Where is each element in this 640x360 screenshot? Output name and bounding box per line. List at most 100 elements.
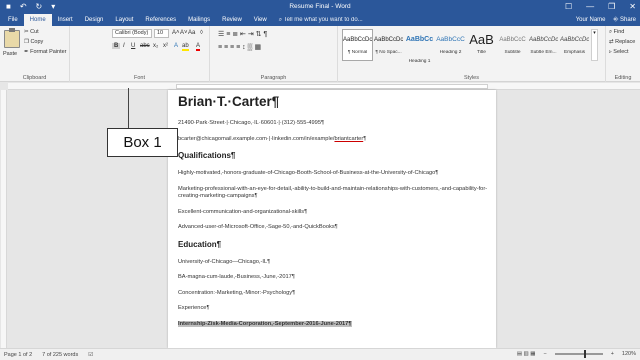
status-left: Page 1 of 2 7 of 225 words ☑ [4,352,93,358]
subscript-button[interactable]: x₂ [153,43,158,49]
style-name: ¶ No Spac... [375,50,402,55]
education-item: University-of-Chicago—Chicago,-IL¶ [178,258,271,265]
vertical-ruler[interactable] [1,90,7,348]
italic-button[interactable]: I [123,43,125,49]
highlight-button[interactable]: ab [182,43,189,51]
resume-name: Brian·T.·Carter¶ [178,94,280,109]
style-preview: AaBbCcDc [560,37,589,43]
style-normal[interactable]: AaBbCcDc ¶ Normal [342,29,373,61]
paragraph-row-2[interactable]: ≡ ≡ ≡ ≡ ↕ ▒ ▦ [218,43,261,51]
format-painter-button[interactable]: ✒ Format Painter [24,49,67,55]
editing-group: ⌕ Find ⇄ Replace ▹ Select Editing [606,26,640,82]
style-name: Subtle Em... [530,50,557,55]
tab-design[interactable]: Design [79,14,110,26]
zoom-out-button[interactable]: − [543,351,546,357]
education-heading: Education¶ [178,239,222,249]
clipboard-label: Clipboard [22,75,47,81]
document-page[interactable]: Brian·T.·Carter¶ 21490·Park·Street·|·Chi… [168,90,496,348]
minimize-button[interactable]: — [586,2,594,11]
grow-font-button[interactable]: A˄ [172,30,180,36]
qualification-item: Marketing-professional-with-an-eye-for-d… [178,185,488,200]
styles-more-button[interactable]: ▾ [591,29,598,61]
style-preview: AaBbCcC [499,37,526,43]
superscript-button[interactable]: x² [163,43,168,49]
font-group: Calibri (Body) 10 A˄ A˅ Aa ◊ B I U abc x… [70,26,210,82]
view-mode-icons[interactable]: ▤ ▥ ▦ [517,351,536,357]
zoom-slider[interactable] [554,350,603,358]
style-preview: AaBbCcDc [343,37,372,43]
status-right: ▤ ▥ ▦ − + 120% [517,350,636,358]
account-area: Your Name ⎆ Share [576,14,636,26]
font-name-select[interactable]: Calibri (Body) [112,29,152,38]
shrink-font-button[interactable]: A˅ [180,30,188,36]
tab-layout[interactable]: Layout [109,14,139,26]
document-body[interactable]: Brian·T.·Carter¶ 21490·Park·Street·|·Chi… [178,94,496,336]
change-case-button[interactable]: Aa [188,30,195,36]
education-item: BA-magna-cum-laude,-Business,-June,-2017… [178,274,295,280]
ribbon-tabs-bar: File Home Insert Design Layout Reference… [0,14,640,26]
ruler-text-area [176,84,488,89]
qualification-item: Excellent-communication-and-organization… [178,208,308,215]
zoom-in-button[interactable]: + [611,351,614,357]
text-effects-button[interactable]: A [174,43,178,49]
style-preview: AaBbCcC [436,36,465,43]
proofing-icon[interactable]: ☑ [88,352,93,358]
contact-line: bcarter@chicagomail.example.com·|·linked… [178,136,496,144]
zoom-level[interactable]: 120% [622,351,636,357]
style-name: ¶ Normal [347,50,368,55]
find-button[interactable]: ⌕ Find [609,29,624,36]
tell-me-search[interactable]: ⌕ Tell me what you want to do... [273,14,369,26]
restore-button[interactable]: ❐ [608,2,615,11]
selected-internship-text[interactable]: Internship-Zisk-Media-Corporation,-Septe… [178,320,352,327]
styles-label: Styles [464,75,479,81]
tab-insert[interactable]: Insert [52,14,79,26]
style-subtitle[interactable]: AaBbCcC Subtitle [497,29,528,61]
title-bar: ■ ↶ ↻ ▾ Resume Final - Word ☐ — ❐ ✕ [0,0,640,14]
tab-view[interactable]: View [248,14,273,26]
tab-file[interactable]: File [2,14,24,26]
strikethrough-button[interactable]: abc [140,43,150,49]
style-emphasis[interactable]: AaBbCcDc Emphasis [559,29,590,61]
style-subtle-emphasis[interactable]: AaBbCcDc Subtle Em... [528,29,559,61]
horizontal-ruler[interactable] [8,83,640,90]
clipboard-group: Paste ✂ Cut ❐ Copy ✒ Format Painter Clip… [0,26,70,82]
select-button[interactable]: ▹ Select [609,49,629,55]
font-color-button[interactable]: A [196,43,201,51]
tab-home[interactable]: Home [23,14,52,26]
replace-button[interactable]: ⇄ Replace [609,39,635,45]
pilcrow: ¶ [363,135,367,142]
font-size-select[interactable]: 10 [154,29,169,38]
contact-text: bcarter@chicagomail.example.com·|·linked… [178,135,335,142]
style-name: Heading 1 [408,59,431,64]
paragraph-label: Paragraph [260,75,287,81]
qualification-item: Advanced-user-of-Microsoft-Office,-Sage-… [178,224,338,230]
address-line: 21490·Park·Street·|·Chicago,·IL·60601·|·… [178,120,325,126]
underline-button[interactable]: U [131,43,135,49]
style-heading-1[interactable]: AaBbCc Heading 1 [404,29,435,64]
word-count[interactable]: 7 of 225 words [42,352,78,358]
style-title[interactable]: AaB Title [466,29,497,61]
style-heading-2[interactable]: AaBbCcC Heading 2 [435,29,466,61]
ribbon-display-icon[interactable]: ☐ [565,2,572,11]
linkedin-handle[interactable]: briantcarter [334,136,363,142]
page-count[interactable]: Page 1 of 2 [4,352,32,358]
style-no-spacing[interactable]: AaBbCcDc ¶ No Spac... [373,29,404,61]
box-1-callout: Box 1 [107,128,178,157]
paragraph-row-1[interactable]: ☰ ≡ ≣ ⇤ ⇥ ⇅ ¶ [218,30,267,38]
tab-mailings[interactable]: Mailings [182,14,216,26]
cut-button[interactable]: ✂ Cut [24,29,39,35]
copy-button[interactable]: ❐ Copy [24,39,43,45]
tab-references[interactable]: References [139,14,182,26]
user-name[interactable]: Your Name [576,14,606,26]
bold-button[interactable]: B [112,43,121,49]
paragraph-group: ☰ ≡ ≣ ⇤ ⇥ ⇅ ¶ ≡ ≡ ≡ ≡ ↕ ▒ ▦ Paragraph [210,26,338,82]
clear-formatting-icon[interactable]: ◊ [200,30,203,36]
paste-icon[interactable] [4,28,20,48]
tab-review[interactable]: Review [216,14,248,26]
paste-button[interactable]: Paste [3,51,17,57]
close-button[interactable]: ✕ [629,2,636,11]
share-button[interactable]: ⎆ Share [614,14,636,26]
font-label: Font [133,75,145,81]
zoom-slider-thumb[interactable] [583,350,586,358]
style-preview: AaBbCcDc [374,37,403,43]
